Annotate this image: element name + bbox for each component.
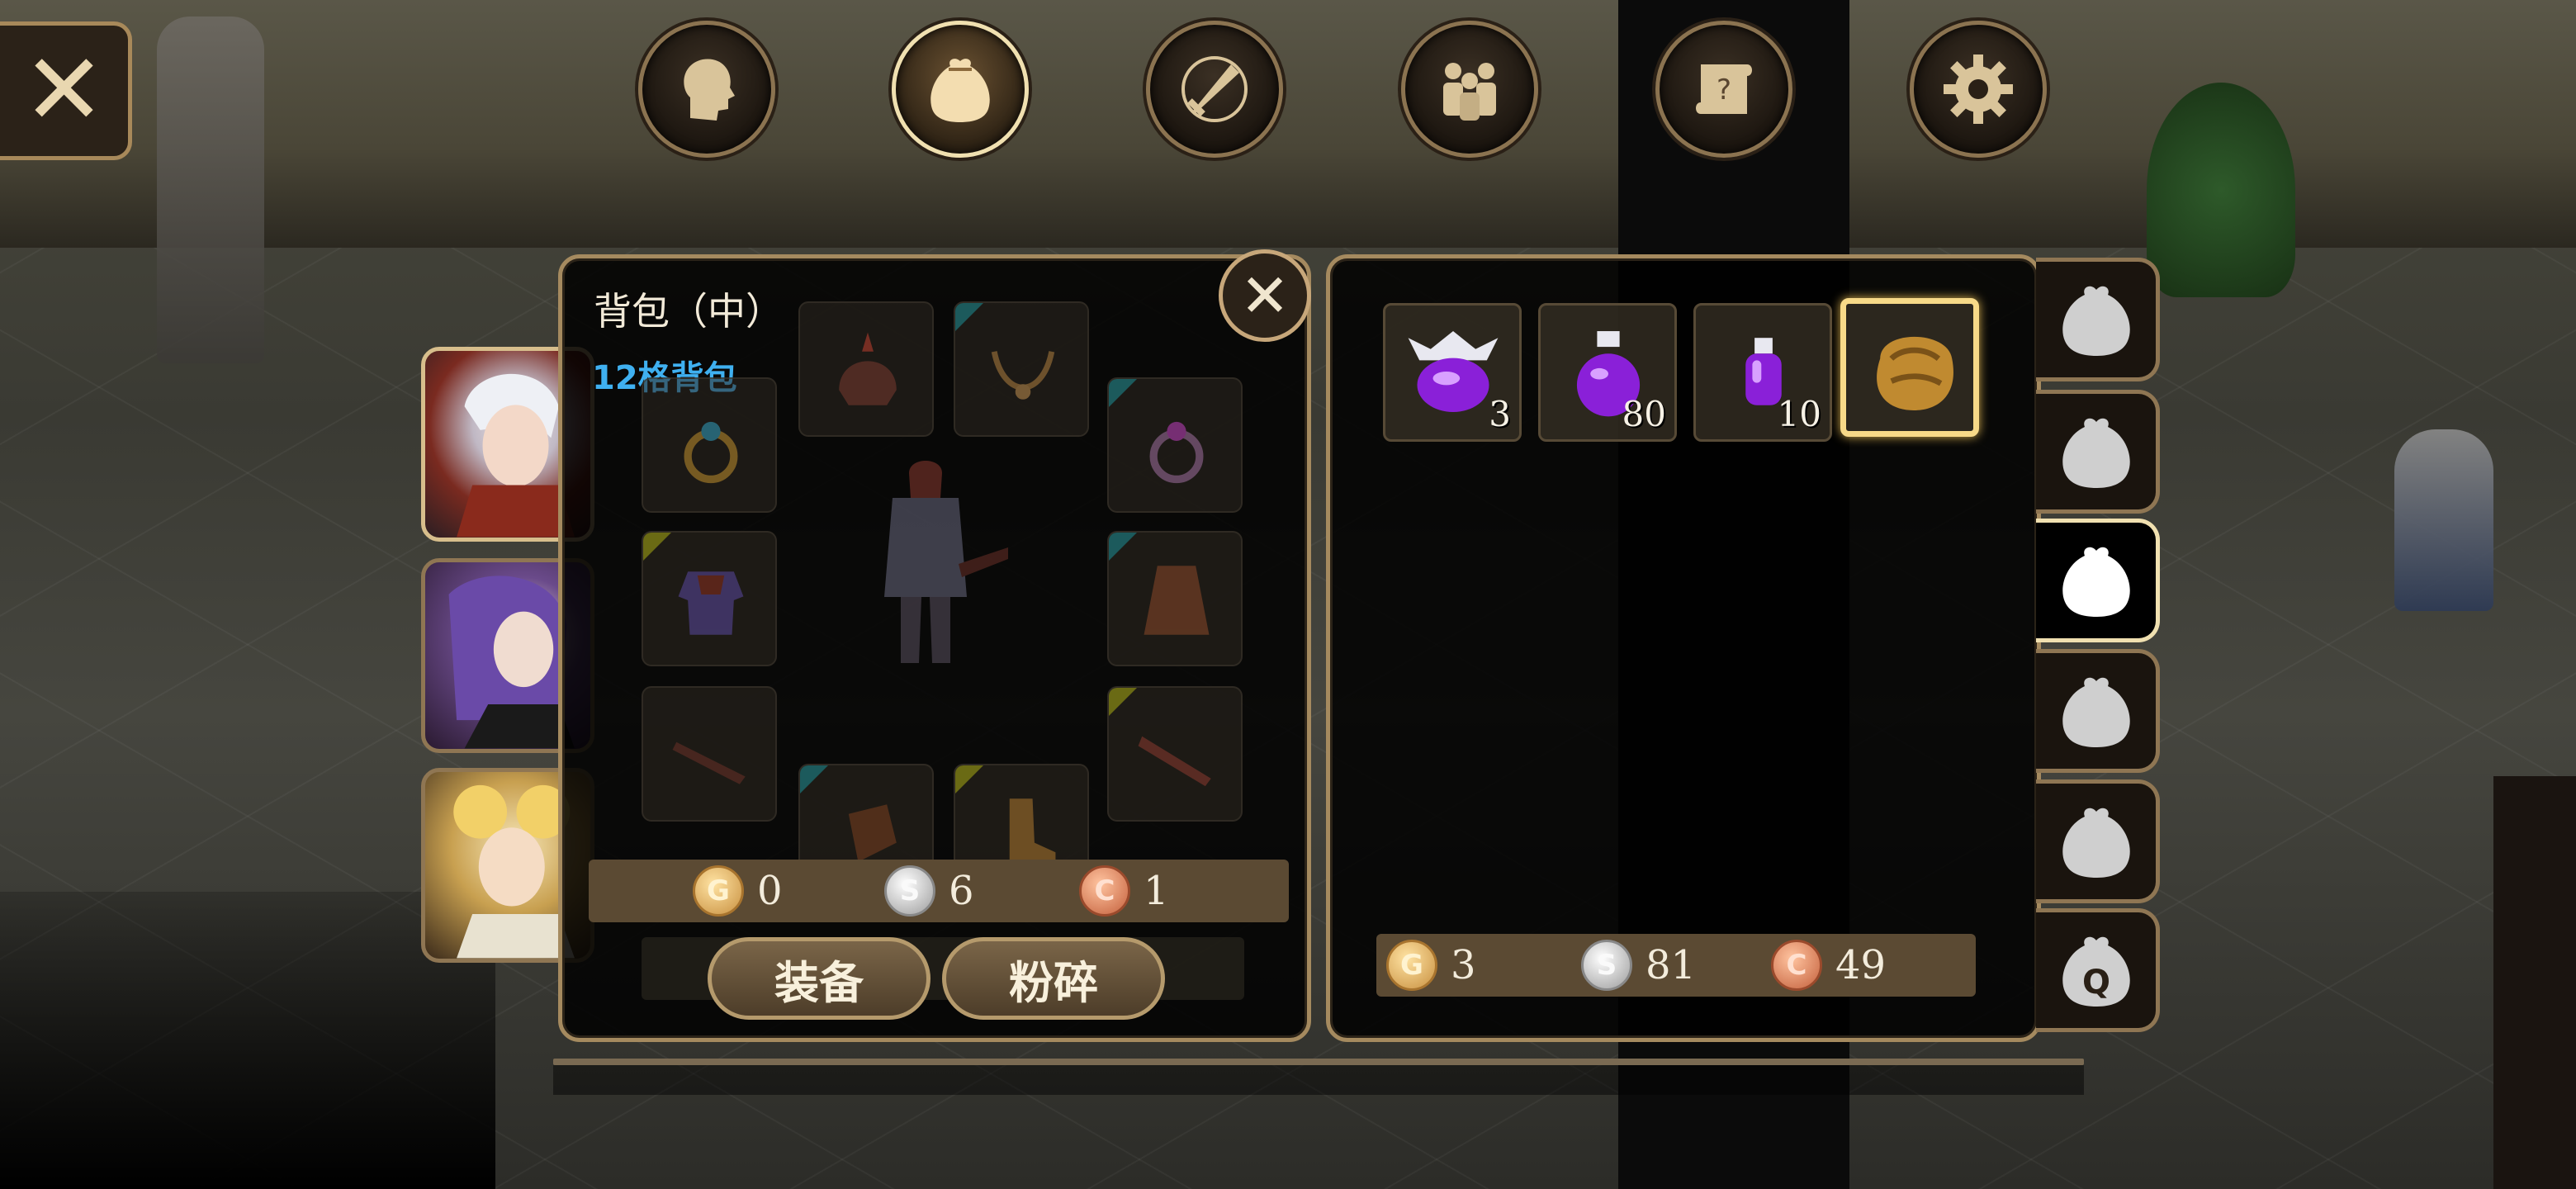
- item-count: 10: [1777, 394, 1821, 434]
- bag-tab-5[interactable]: [2036, 779, 2160, 903]
- inventory-slot-4[interactable]: [1840, 298, 1979, 437]
- gear-icon: [1944, 54, 2013, 124]
- item-count: 3: [1489, 394, 1511, 434]
- bag-icon: [930, 59, 990, 122]
- silver-amount: S 6: [884, 860, 974, 922]
- menu-character-button[interactable]: [638, 21, 775, 158]
- background-soldier: [2394, 429, 2493, 611]
- armor-icon: [678, 571, 744, 635]
- equip-slot-cloak[interactable]: [1107, 531, 1243, 666]
- inventory-slot-3[interactable]: 10: [1693, 303, 1832, 442]
- silver-amount: S 81: [1581, 934, 1696, 997]
- gold-coin-icon: G: [693, 865, 744, 917]
- quest-bag-icon: Q: [2062, 936, 2130, 1007]
- bottom-divider: [553, 1059, 2084, 1065]
- inventory-slot-2[interactable]: 80: [1538, 303, 1677, 442]
- inventory-currency-bar: G 3 S 81 C 49: [1376, 934, 1976, 997]
- equip-slot-weapon-left[interactable]: [642, 686, 777, 822]
- copper-coin-icon: C: [1079, 865, 1130, 917]
- menu-bag-button[interactable]: [892, 21, 1029, 158]
- silver-coin-icon: S: [884, 865, 935, 917]
- equipment-panel: 背包（中） 12格背包: [558, 254, 1311, 1042]
- smash-button[interactable]: 粉碎: [942, 937, 1165, 1020]
- inventory-panel: 3 80 10 G 3 S 81 C 49: [1326, 254, 2041, 1042]
- bag-icon: [2062, 677, 2130, 747]
- sword-icon: [1138, 736, 1211, 787]
- bag-tab-2[interactable]: [2036, 390, 2160, 514]
- copper-amount: C 49: [1771, 934, 1886, 997]
- background-plant: [2147, 83, 2295, 297]
- bag-icon: [2062, 808, 2130, 878]
- equip-slot-helmet[interactable]: [798, 301, 934, 437]
- item-count: 80: [1622, 394, 1666, 434]
- copper-coin-icon: C: [1771, 940, 1822, 991]
- gold-coin-icon: G: [1386, 940, 1437, 991]
- panel-title: 背包（中）: [594, 289, 784, 334]
- close-icon: ✕: [22, 33, 106, 148]
- sword-icon: [1181, 56, 1248, 122]
- copper-value: 49: [1835, 942, 1887, 988]
- bag-icon: [2062, 418, 2130, 488]
- menu-party-button[interactable]: [1401, 21, 1538, 158]
- head-icon: [684, 59, 735, 121]
- gold-amount: G 3: [1386, 934, 1476, 997]
- equip-slot-armor[interactable]: [642, 531, 777, 666]
- close-menu-button[interactable]: ✕: [0, 21, 132, 160]
- equip-slot-weapon-right[interactable]: [1107, 686, 1243, 822]
- pouch-icon: [1877, 336, 1953, 410]
- silver-coin-icon: S: [1581, 940, 1632, 991]
- equip-slot-amulet[interactable]: [954, 301, 1089, 437]
- people-icon: [1443, 63, 1496, 121]
- background-knight-statue: [157, 17, 264, 363]
- menu-settings-button[interactable]: [1910, 21, 2047, 158]
- bag-icon: [2062, 286, 2130, 356]
- equipment-currency-bar: G 0 S 6 C 1: [589, 860, 1289, 922]
- helmet-icon: [839, 332, 897, 405]
- ring-icon: [684, 421, 738, 484]
- bottom-strip: [553, 1065, 2084, 1095]
- character-preview: [884, 461, 1008, 663]
- cloak-icon: [1144, 566, 1210, 635]
- silver-value: 6: [949, 868, 974, 914]
- equip-button[interactable]: 装备: [708, 937, 930, 1020]
- equipment-panel-close-button[interactable]: ✕: [1219, 249, 1311, 342]
- bag-tab-quest[interactable]: Q: [2036, 908, 2160, 1032]
- bag-tab-1[interactable]: [2036, 258, 2160, 381]
- gold-amount: G 0: [693, 860, 783, 922]
- equip-slot-ring-right[interactable]: [1107, 377, 1243, 513]
- gold-value: 3: [1451, 942, 1476, 988]
- equip-slot-ring-left[interactable]: [642, 377, 777, 513]
- necklace-icon: [991, 351, 1055, 400]
- sword-icon: [672, 741, 746, 784]
- menu-quests-button[interactable]: ?: [1655, 21, 1792, 158]
- copper-value: 1: [1144, 868, 1169, 914]
- bag-icon: [2062, 547, 2130, 617]
- inventory-slot-1[interactable]: 3: [1383, 303, 1522, 442]
- copper-amount: C 1: [1079, 860, 1169, 922]
- quest-tab-label: Q: [2081, 964, 2110, 1002]
- bag-tab-3[interactable]: [2036, 519, 2160, 642]
- gold-value: 0: [757, 868, 783, 914]
- background-shadow-right: [2493, 776, 2576, 1189]
- ring-icon: [1149, 421, 1204, 484]
- bag-tab-4[interactable]: [2036, 649, 2160, 773]
- silver-value: 81: [1646, 942, 1697, 988]
- menu-skills-button[interactable]: [1146, 21, 1283, 158]
- svg-text:?: ?: [1717, 73, 1731, 107]
- scroll-icon: ?: [1696, 64, 1752, 114]
